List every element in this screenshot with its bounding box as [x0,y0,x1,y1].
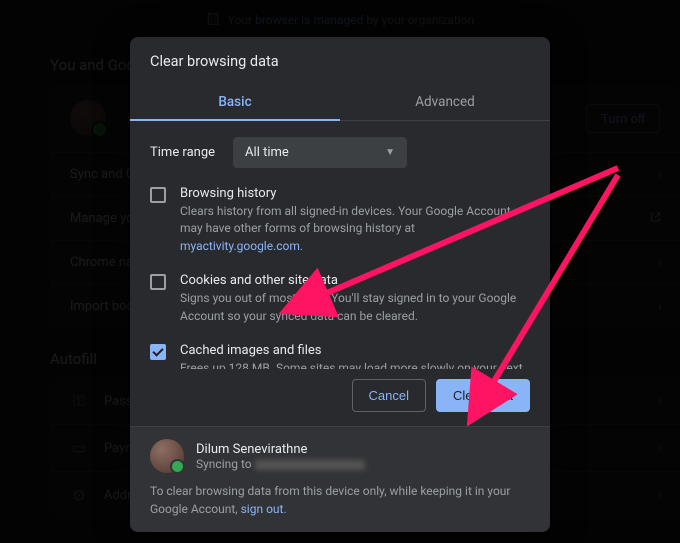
footer-note: To clear browsing data from this device … [150,483,530,518]
time-range-select[interactable]: All time ▼ [233,137,407,168]
account-name: Dilum Senevirathne [196,442,365,457]
clear-browsing-data-dialog: Clear browsing data Basic Advanced Time … [130,37,550,532]
avatar [150,439,184,473]
option-desc: Clears history from all signed-in device… [180,203,530,255]
checkbox-cached-images[interactable] [150,344,166,360]
dialog-title: Clear browsing data [130,37,550,74]
checkbox-cookies[interactable] [150,274,166,290]
myactivity-link[interactable]: myactivity.google.com [180,239,300,253]
cancel-button[interactable]: Cancel [352,379,426,412]
tab-basic[interactable]: Basic [130,82,340,120]
clear-data-button[interactable]: Clear data [436,379,530,412]
option-cached-images[interactable]: Cached images and files Frees up 128 MB.… [150,343,530,369]
sign-out-link[interactable]: sign out [241,502,284,516]
time-range-label: Time range [150,145,215,160]
dialog-tabs: Basic Advanced [130,82,550,121]
checkbox-browsing-history[interactable] [150,187,166,203]
option-browsing-history[interactable]: Browsing history Clears history from all… [150,186,530,255]
redacted-email [255,460,365,470]
option-title: Cached images and files [180,343,530,358]
option-title: Browsing history [180,186,530,201]
option-desc: Frees up 128 MB. Some sites may load mor… [180,360,530,369]
option-desc: Signs you out of most sites. You'll stay… [180,290,530,325]
tab-advanced[interactable]: Advanced [340,82,550,120]
time-range-value: All time [245,145,289,160]
option-cookies[interactable]: Cookies and other site data Signs you ou… [150,273,530,325]
account-sync-status: Syncing to [196,457,365,471]
option-title: Cookies and other site data [180,273,530,288]
chevron-down-icon: ▼ [385,147,395,158]
